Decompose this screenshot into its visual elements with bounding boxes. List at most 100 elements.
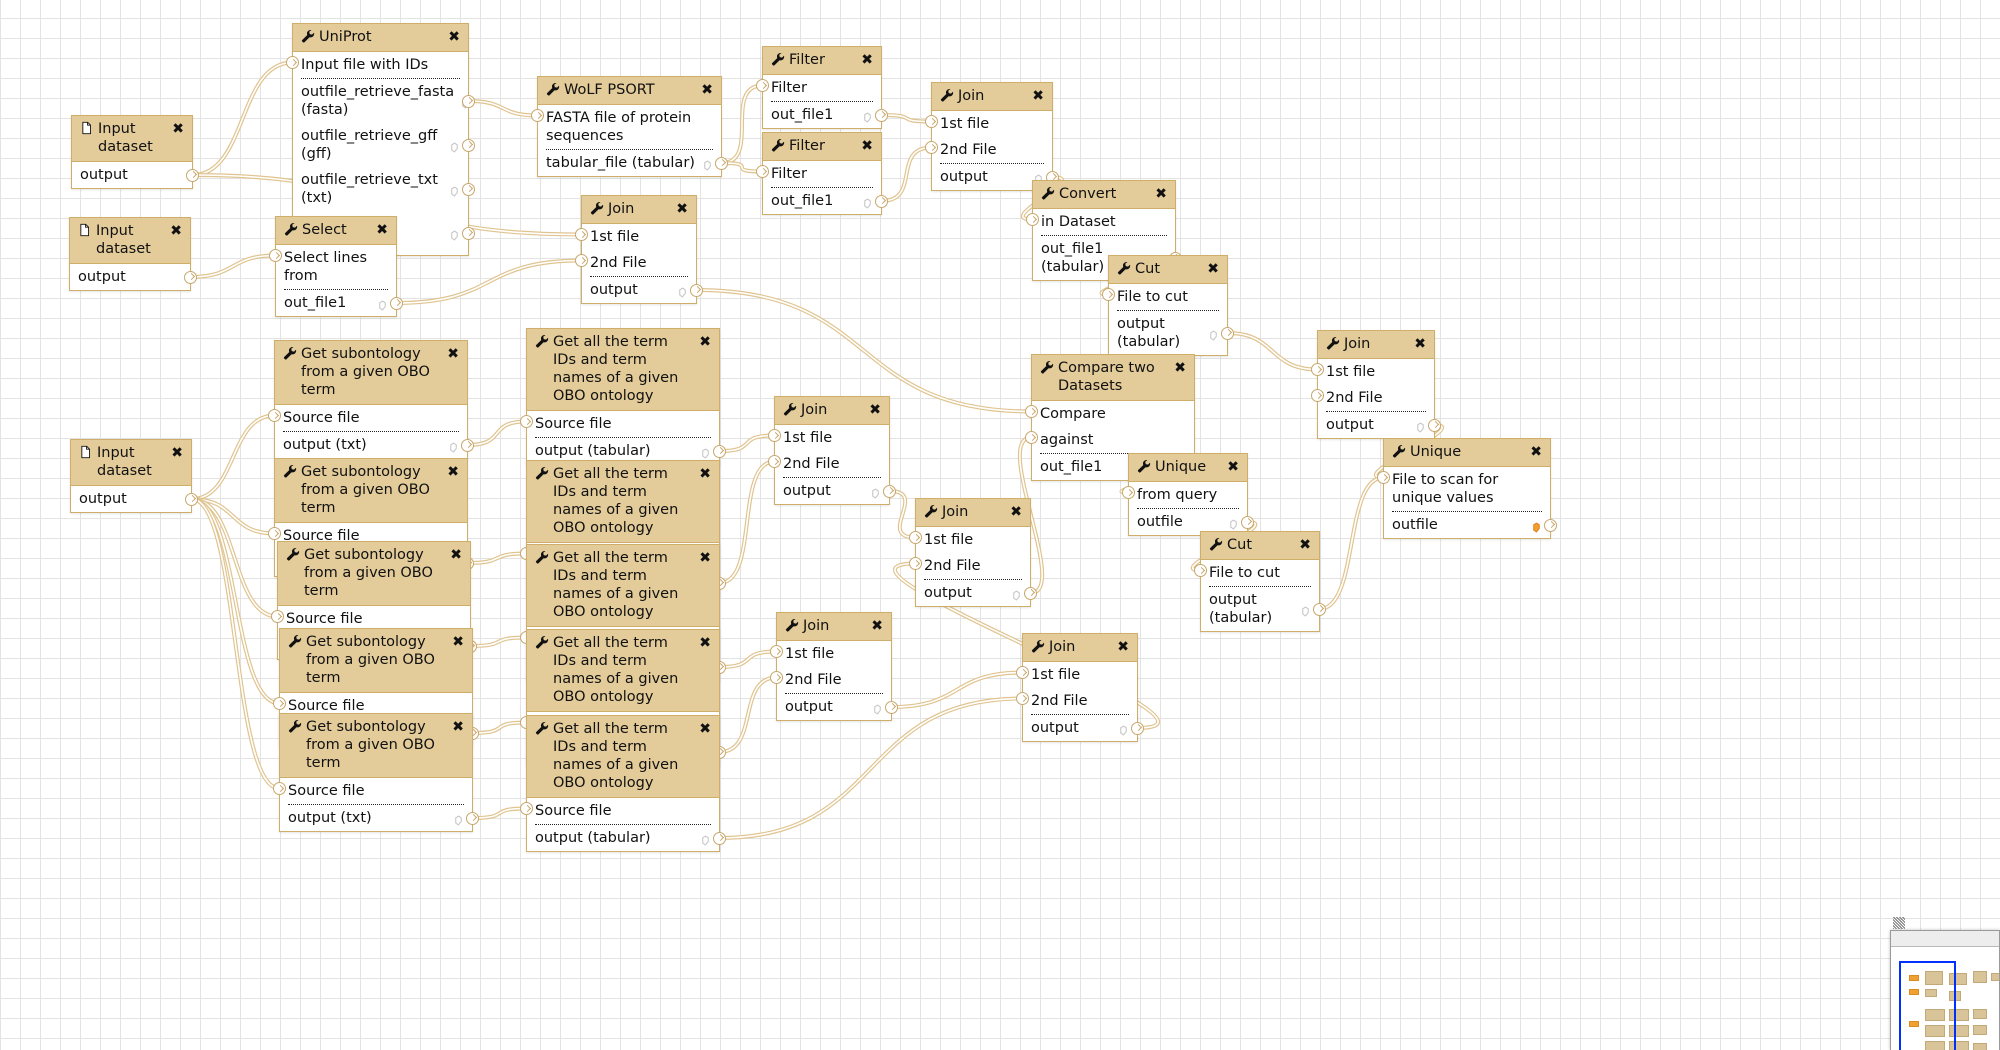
node-input-row[interactable]: against: [1025, 427, 1194, 453]
node-output-row[interactable]: output: [70, 264, 197, 290]
close-icon[interactable]: ✖: [1412, 336, 1426, 352]
input-terminal-icon[interactable]: [1016, 692, 1029, 705]
input-terminal-icon[interactable]: [1194, 564, 1207, 577]
node-output-row[interactable]: output (tabular): [527, 825, 726, 851]
input-terminal-icon[interactable]: [1016, 666, 1029, 679]
node-output-row[interactable]: outfile_retrieve_txt (txt): [293, 167, 475, 211]
node-output-row[interactable]: out_file1: [763, 188, 888, 214]
output-marker-icon[interactable]: [448, 440, 459, 453]
node-output-row[interactable]: output: [582, 277, 703, 303]
node-input-row[interactable]: 1st file: [1016, 662, 1137, 688]
node-input-row[interactable]: 2nd File: [768, 451, 889, 477]
close-icon[interactable]: ✖: [168, 223, 182, 239]
workflow-node-filter1[interactable]: Filter ✖ Filter out_file1: [756, 46, 888, 129]
node-header[interactable]: Convert ✖: [1033, 181, 1175, 209]
input-terminal-icon[interactable]: [756, 79, 769, 92]
input-terminal-icon[interactable]: [1026, 213, 1039, 226]
output-marker-icon[interactable]: [377, 298, 388, 311]
node-header[interactable]: Get all the term IDs and term names of a…: [527, 630, 719, 712]
input-terminal-icon[interactable]: [575, 254, 588, 267]
output-terminal-icon[interactable]: [1241, 515, 1254, 529]
node-header[interactable]: Get subontology from a given OBO term ✖: [275, 459, 467, 523]
node-header[interactable]: Join ✖: [932, 83, 1052, 111]
node-input-row[interactable]: Source file: [273, 778, 472, 804]
close-icon[interactable]: ✖: [450, 634, 464, 650]
workflow-node-sub1[interactable]: Get subontology from a given OBO term ✖ So…: [268, 340, 474, 459]
node-header[interactable]: Input dataset ✖: [70, 218, 190, 264]
workflow-node-input3[interactable]: Input dataset ✖ output: [70, 439, 198, 513]
input-terminal-icon[interactable]: [925, 141, 938, 154]
node-input-row[interactable]: from query: [1122, 482, 1247, 508]
node-input-row[interactable]: Compare: [1025, 401, 1194, 427]
node-input-row[interactable]: Source file: [520, 411, 719, 437]
workflow-node-cut_bot[interactable]: Cut ✖ File to cut output (tabular): [1194, 531, 1326, 632]
output-terminal-icon[interactable]: [1428, 418, 1441, 432]
close-icon[interactable]: ✖: [697, 721, 711, 737]
output-terminal-icon[interactable]: [462, 138, 475, 152]
output-marker-icon[interactable]: [700, 833, 711, 846]
node-input-row[interactable]: File to cut: [1102, 284, 1227, 310]
workflow-node-unique_mid[interactable]: Unique ✖ from query outfile: [1122, 453, 1254, 536]
workflow-node-join_a[interactable]: Join ✖ 1st file 2nd File output: [768, 396, 896, 505]
close-icon[interactable]: ✖: [1115, 639, 1129, 655]
output-terminal-icon[interactable]: [184, 270, 197, 284]
node-header[interactable]: Join ✖: [1023, 634, 1137, 662]
workflow-node-join_mid[interactable]: Join ✖ 1st file 2nd File output: [575, 195, 703, 304]
node-output-row[interactable]: output (tabular): [1109, 311, 1234, 355]
output-marker-icon[interactable]: [449, 228, 460, 241]
close-icon[interactable]: ✖: [450, 719, 464, 735]
output-marker-icon[interactable]: [702, 158, 713, 171]
output-terminal-icon[interactable]: [185, 492, 198, 506]
node-input-row[interactable]: File to cut: [1194, 560, 1319, 586]
close-icon[interactable]: ✖: [697, 550, 711, 566]
node-header[interactable]: Get all the term IDs and term names of a…: [527, 545, 719, 627]
close-icon[interactable]: ✖: [445, 346, 459, 362]
workflow-node-sub5[interactable]: Get subontology from a given OBO term ✖ So…: [273, 713, 479, 832]
workflow-minimap[interactable]: [1890, 917, 2000, 1050]
node-header[interactable]: Unique ✖: [1384, 439, 1550, 467]
input-terminal-icon[interactable]: [273, 782, 286, 795]
input-terminal-icon[interactable]: [909, 531, 922, 544]
workflow-node-filter2[interactable]: Filter ✖ Filter out_file1: [756, 132, 888, 215]
minimap-canvas[interactable]: [1891, 947, 1999, 1050]
close-icon[interactable]: ✖: [1205, 261, 1219, 277]
node-input-row[interactable]: Select lines from: [269, 245, 396, 289]
node-input-row[interactable]: Filter: [756, 75, 881, 101]
input-terminal-icon[interactable]: [756, 165, 769, 178]
output-marker-icon[interactable]: [1300, 604, 1311, 617]
input-terminal-icon[interactable]: [1025, 405, 1038, 418]
input-terminal-icon[interactable]: [269, 249, 282, 262]
node-output-row[interactable]: output (tabular): [1201, 587, 1326, 631]
node-output-row[interactable]: tabular_file (tabular): [538, 150, 728, 176]
node-input-row[interactable]: 2nd File: [1311, 385, 1434, 411]
input-terminal-icon[interactable]: [770, 671, 783, 684]
node-input-row[interactable]: 1st file: [575, 224, 696, 250]
output-marker-icon[interactable]: [862, 110, 873, 123]
output-terminal-icon[interactable]: [875, 194, 888, 208]
close-icon[interactable]: ✖: [867, 402, 881, 418]
node-input-row[interactable]: 1st file: [770, 641, 891, 667]
node-header[interactable]: Join ✖: [1318, 331, 1434, 359]
output-terminal-icon[interactable]: [690, 283, 703, 297]
output-marker-icon[interactable]: [1415, 420, 1426, 433]
workflow-node-wolf[interactable]: WoLF PSORT ✖ FASTA file of protein sequenc…: [531, 76, 728, 177]
output-terminal-icon[interactable]: [883, 484, 896, 498]
node-header[interactable]: UniProt ✖: [293, 24, 468, 52]
close-icon[interactable]: ✖: [1008, 504, 1022, 520]
node-header[interactable]: Compare two Datasets ✖: [1032, 355, 1194, 401]
node-header[interactable]: Input dataset ✖: [71, 440, 191, 486]
node-input-row[interactable]: 1st file: [909, 527, 1030, 553]
input-terminal-icon[interactable]: [286, 56, 299, 69]
node-header[interactable]: Get subontology from a given OBO term ✖: [278, 542, 470, 606]
node-output-row[interactable]: output (txt): [275, 432, 474, 458]
node-output-row[interactable]: output: [71, 486, 198, 512]
node-header[interactable]: Get all the term IDs and term names of a…: [527, 461, 719, 543]
output-terminal-icon[interactable]: [713, 831, 726, 845]
node-output-row[interactable]: output: [1023, 715, 1144, 741]
input-terminal-icon[interactable]: [268, 409, 281, 422]
node-header[interactable]: Cut ✖: [1109, 256, 1227, 284]
close-icon[interactable]: ✖: [446, 29, 460, 45]
close-icon[interactable]: ✖: [170, 121, 184, 137]
close-icon[interactable]: ✖: [697, 635, 711, 651]
node-input-row[interactable]: in Dataset: [1026, 209, 1175, 235]
